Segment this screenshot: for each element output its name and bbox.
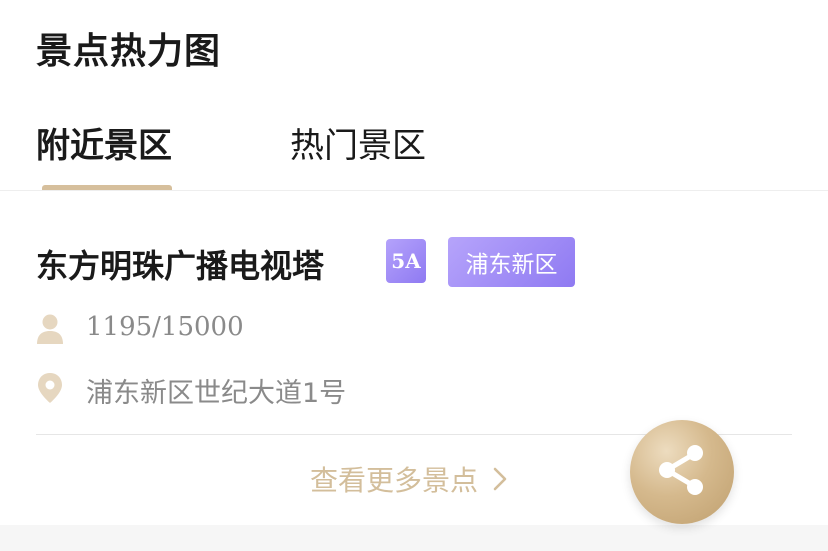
chevron-right-icon bbox=[492, 466, 508, 492]
spot-address: 浦东新区世纪大道1号 bbox=[86, 378, 347, 409]
share-button[interactable] bbox=[630, 420, 734, 524]
tab-nearby-spots[interactable]: 附近景区 bbox=[36, 118, 172, 167]
bottom-strip bbox=[0, 525, 828, 551]
location-pin-icon bbox=[36, 372, 64, 404]
district-badge: 浦东新区 bbox=[448, 237, 575, 287]
tab-popular-spots[interactable]: 热门景区 bbox=[290, 118, 426, 167]
share-icon bbox=[650, 438, 714, 506]
visitor-count: 1195/15000 bbox=[86, 312, 244, 342]
person-icon bbox=[36, 313, 64, 345]
view-more-label: 查看更多景点 bbox=[310, 464, 479, 497]
rating-badge: 5A bbox=[386, 239, 426, 283]
page-title: 景点热力图 bbox=[36, 31, 222, 72]
spot-name: 东方明珠广播电视塔 bbox=[36, 247, 325, 285]
tab-bar: 附近景区 热门景区 bbox=[0, 110, 828, 191]
view-more-spots-link[interactable]: 查看更多景点 bbox=[310, 457, 508, 501]
